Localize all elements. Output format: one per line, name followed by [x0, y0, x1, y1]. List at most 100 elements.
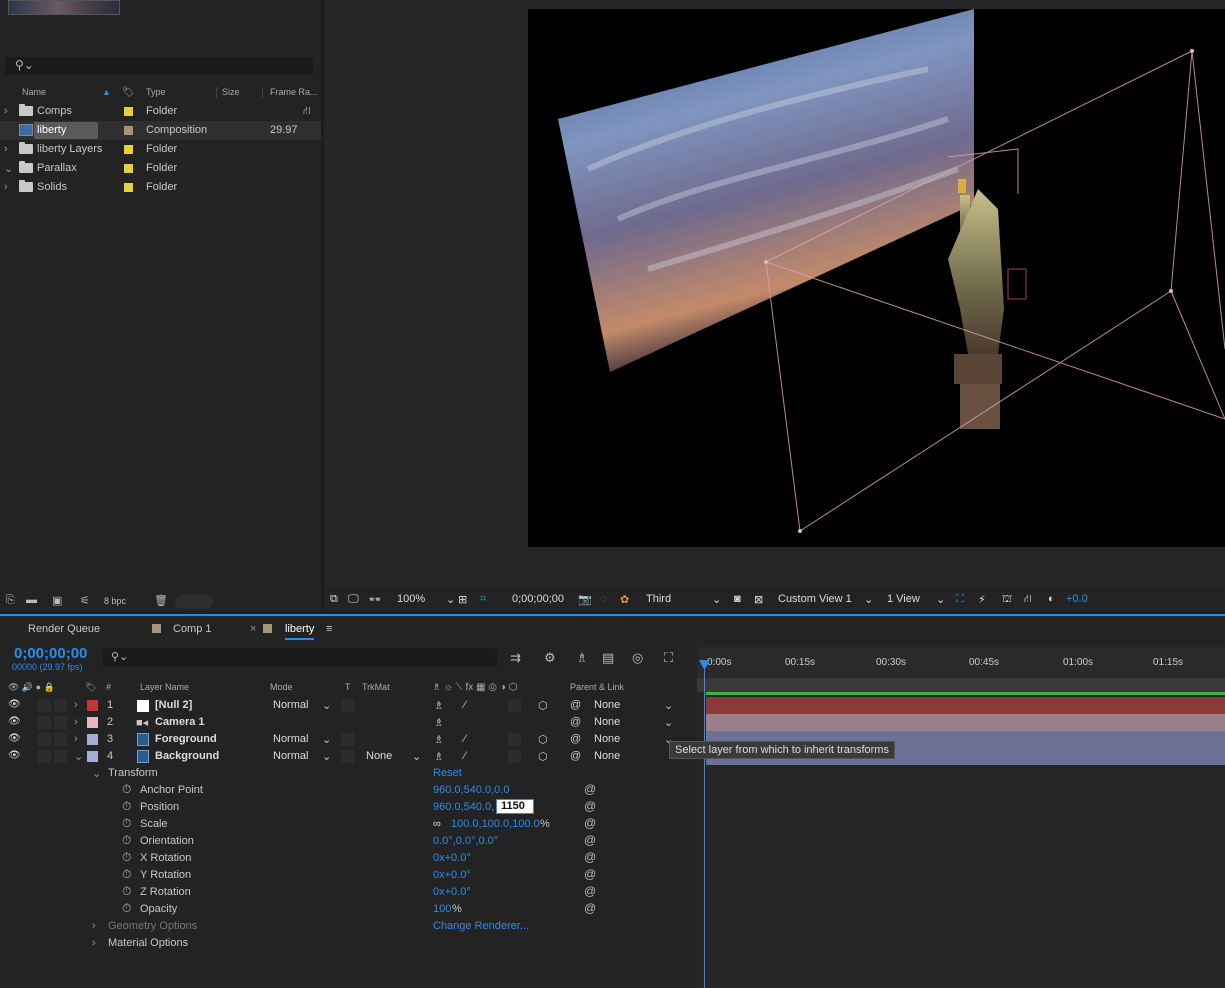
layer-name[interactable]: [Null 2] [155, 699, 192, 711]
orientation-value[interactable]: 0.0°,0.0°,0.0° [433, 835, 498, 847]
transform-group[interactable]: Transform [108, 767, 158, 779]
timeline-search-input[interactable]: ⚲⌄ [103, 648, 497, 667]
chevron-down-icon[interactable]: ⌄ [74, 750, 83, 763]
change-renderer-link[interactable]: Change Renderer... [433, 920, 529, 932]
anchor-point-value[interactable]: 960.0,540.0,0.0 [433, 784, 509, 796]
expression-pick-whip-icon[interactable]: @ [584, 833, 596, 847]
expression-pick-whip-icon[interactable]: @ [584, 850, 596, 864]
project-item-solids[interactable]: › Solids Folder [0, 178, 321, 197]
project-settings-icon[interactable]: ⚟ [80, 594, 90, 607]
stopwatch-icon[interactable]: ⏱ [122, 799, 131, 814]
pick-whip-icon[interactable]: @ [570, 750, 581, 762]
position-z-edit-field[interactable]: 1150 [496, 799, 534, 814]
col-name[interactable]: Name [22, 87, 46, 97]
region-of-interest-icon[interactable]: ⌗ [480, 593, 486, 606]
blend-mode-select[interactable]: Normal [273, 750, 308, 762]
trash-icon[interactable]: 🗑 [154, 594, 168, 607]
resolution-grid-icon[interactable]: ⊞ [458, 593, 467, 606]
label-color[interactable] [87, 700, 98, 711]
parent-select[interactable]: None [594, 733, 620, 745]
label-color[interactable] [124, 145, 133, 154]
thumbnail-slider[interactable] [175, 595, 213, 609]
time-ruler[interactable]: 0:00s 00:15s 00:30s 00:45s 01:00s 01:15s [697, 648, 1225, 678]
layout-select[interactable]: 1 View [887, 593, 920, 605]
shy-layers-icon[interactable]: ♗ [576, 650, 588, 666]
eye-icon[interactable]: 👁 [8, 750, 21, 761]
channel-select[interactable]: Third [646, 593, 671, 605]
eye-icon[interactable]: 👁 [8, 733, 21, 744]
eye-icon[interactable]: 👁 [8, 716, 21, 727]
exposure-icon[interactable]: ◐ [1048, 593, 1055, 605]
chevron-right-icon[interactable]: › [92, 937, 96, 949]
blend-mode-select[interactable]: Normal [273, 699, 308, 711]
bit-depth-button[interactable]: 8 bpc [104, 596, 126, 606]
snapshot-icon[interactable]: 📷 [578, 593, 592, 606]
chevron-right-icon[interactable]: › [74, 733, 78, 745]
current-time-indicator[interactable] [704, 662, 705, 988]
motion-blur-icon[interactable]: ◎ [632, 650, 643, 666]
label-color[interactable] [124, 164, 133, 173]
z-rotation-value[interactable]: 0x+0.0° [433, 886, 471, 898]
vr-icon[interactable]: 👓 [368, 593, 382, 606]
show-snapshot-icon[interactable]: ◌ [600, 593, 607, 605]
quality-switch-icon[interactable]: ⁄ [464, 750, 466, 762]
chevron-down-icon[interactable]: ⌄ [446, 593, 455, 606]
timeline-timecode[interactable]: 0;00;00;00 [14, 645, 87, 662]
layer-bar-null-2[interactable] [706, 697, 1225, 714]
chevron-down-icon[interactable]: ⌄ [4, 162, 13, 175]
shy-switch-icon[interactable]: ♗ [434, 733, 444, 746]
chevron-down-icon[interactable]: ⌄ [664, 699, 673, 712]
expression-pick-whip-icon[interactable]: @ [584, 799, 596, 813]
stopwatch-icon[interactable]: ⏱ [122, 850, 131, 865]
layer-row-camera-1[interactable]: 👁 › 2 ■◂ Camera 1 ♗ @ None ⌄ [0, 714, 697, 731]
layer-name[interactable]: Background [155, 750, 219, 762]
reset-link[interactable]: Reset [433, 767, 462, 779]
3d-layer-icon[interactable]: ⬡ [538, 750, 548, 763]
close-icon[interactable]: × [250, 623, 256, 635]
view-select[interactable]: Custom View 1 [778, 593, 852, 605]
expression-pick-whip-icon[interactable]: @ [584, 901, 596, 915]
3d-layer-icon[interactable]: ⬡ [538, 699, 548, 712]
blend-mode-select[interactable]: Normal [273, 733, 308, 745]
col-frame-rate[interactable]: Frame Ra... [270, 87, 318, 97]
draft-3d-icon[interactable]: ⛶ [956, 593, 964, 606]
stopwatch-icon[interactable]: ⏱ [122, 867, 131, 882]
zoom-select[interactable]: 100% [397, 593, 425, 605]
timeline-icon[interactable]: ⛫ [1002, 593, 1012, 607]
project-item-comps[interactable]: › Comps Folder ⛙ [0, 102, 321, 121]
opacity-value[interactable]: 100 [433, 903, 451, 915]
stopwatch-icon[interactable]: ⏱ [122, 782, 131, 797]
project-item-parallax[interactable]: ⌄ Parallax Folder [0, 159, 321, 178]
flowchart-icon[interactable]: ⛙ [303, 105, 311, 119]
stopwatch-icon[interactable]: ⏱ [122, 833, 131, 848]
chevron-down-icon[interactable]: ⌄ [322, 750, 331, 763]
parent-select[interactable]: None [594, 750, 620, 762]
layer-row-null-2[interactable]: 👁 › 1 [Null 2] Normal ⌄ ♗ ⁄ ⬡ @ None ⌄ [0, 697, 697, 714]
exposure-value[interactable]: +0.0 [1066, 593, 1088, 605]
chevron-down-icon[interactable]: ⌄ [322, 733, 331, 746]
label-color[interactable] [87, 734, 98, 745]
chevron-down-icon[interactable]: ⌄ [864, 593, 873, 606]
tab-menu-icon[interactable]: ≡ [326, 623, 332, 635]
label-color[interactable] [87, 717, 98, 728]
chevron-down-icon[interactable]: ⌄ [92, 767, 101, 780]
label-color[interactable] [124, 183, 133, 192]
sort-ascending-icon[interactable]: ▲ [102, 87, 111, 97]
parent-select[interactable]: None [594, 699, 620, 711]
fast-previews-icon[interactable]: ⚡ [978, 593, 986, 606]
chevron-down-icon[interactable]: ⌄ [936, 593, 945, 606]
color-channels-icon[interactable]: ✿ [620, 593, 629, 606]
interpret-footage-icon[interactable]: ⎘ [6, 594, 15, 607]
expression-pick-whip-icon[interactable]: @ [584, 884, 596, 898]
layer-name[interactable]: Foreground [155, 733, 217, 745]
chevron-right-icon[interactable]: › [4, 181, 8, 193]
toggle-mask-icon[interactable]: ◙ [734, 593, 741, 605]
viewer-timecode[interactable]: 0;00;00;00 [512, 593, 564, 605]
chevron-down-icon[interactable]: ⌄ [322, 699, 331, 712]
stopwatch-icon[interactable]: ⏱ [122, 884, 131, 899]
layer-row-foreground[interactable]: 👁 › 3 Foreground Normal ⌄ ♗ ⁄ ⬡ @ None ⌄ [0, 731, 697, 748]
3d-layer-icon[interactable]: ⬡ [538, 733, 548, 746]
x-rotation-value[interactable]: 0x+0.0° [433, 852, 471, 864]
chevron-down-icon[interactable]: ⌄ [664, 716, 673, 729]
tab-liberty[interactable]: liberty [285, 623, 315, 640]
